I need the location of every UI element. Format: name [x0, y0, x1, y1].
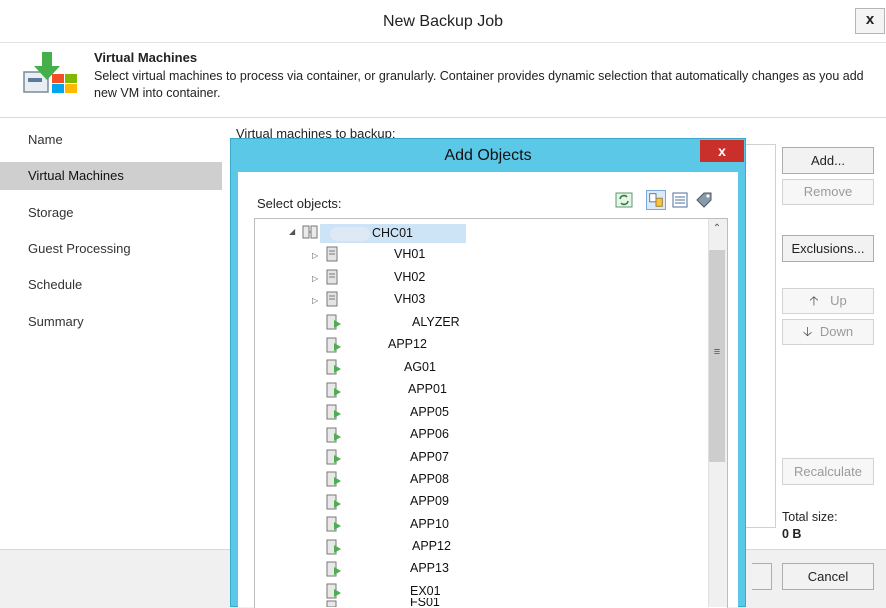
wizard-steps-sidebar: Name Virtual Machines Storage Guest Proc… [0, 118, 222, 548]
vm-label[interactable]: ALYZER [412, 311, 460, 333]
vm-icon [326, 600, 337, 607]
vm-label[interactable]: APP07 [410, 446, 449, 468]
total-size-value: 0 B [782, 527, 802, 541]
expand-icon[interactable]: ▷ [312, 251, 318, 260]
vm-icon [326, 516, 341, 532]
move-down-button[interactable]: 🡣 Down [782, 319, 874, 345]
nav-step-storage[interactable]: Storage [0, 199, 222, 227]
datastores-view-icon[interactable] [694, 190, 714, 210]
expand-icon[interactable]: ▷ [312, 274, 318, 283]
remove-button[interactable]: Remove [782, 179, 874, 205]
host-icon [326, 269, 338, 285]
vm-label[interactable]: APP05 [410, 401, 449, 423]
vm-label[interactable]: APP09 [410, 490, 449, 512]
dialog-close-button[interactable]: x [700, 140, 744, 162]
exclusions-button[interactable]: Exclusions... [782, 235, 874, 262]
tree-host-label[interactable]: VH02 [394, 266, 425, 288]
vm-label[interactable]: APP12 [388, 333, 427, 355]
finish-button-partial[interactable] [752, 563, 772, 590]
up-label: Up [830, 293, 847, 308]
vm-label[interactable]: APP13 [410, 557, 449, 579]
vm-icon [326, 449, 341, 465]
nav-step-guest-processing[interactable]: Guest Processing [0, 235, 222, 263]
arrow-down-icon: 🡣 [802, 324, 813, 339]
window-close-button[interactable]: x [855, 8, 885, 34]
nav-step-virtual-machines[interactable]: Virtual Machines [0, 162, 222, 190]
vm-label[interactable]: AG01 [404, 356, 436, 378]
hosts-and-clusters-view-icon[interactable] [646, 190, 666, 210]
recalculate-button[interactable]: Recalculate [782, 458, 874, 485]
header-description: Select virtual machines to process via c… [94, 69, 864, 100]
tree-root-label[interactable]: CHC01 [372, 222, 413, 244]
vm-label[interactable]: APP08 [410, 468, 449, 490]
tree-host-label[interactable]: VH03 [394, 288, 425, 310]
backup-job-icon [23, 52, 77, 93]
nav-step-schedule[interactable]: Schedule [0, 271, 222, 299]
arrow-up-icon: 🡡 [809, 293, 819, 308]
nav-step-name[interactable]: Name [0, 126, 222, 154]
vm-icon [326, 337, 341, 353]
header-title: Virtual Machines [94, 50, 198, 65]
vm-icon [326, 359, 341, 375]
vm-icon [326, 583, 341, 599]
vm-label[interactable]: APP12 [412, 535, 451, 557]
refresh-icon[interactable] [614, 190, 634, 210]
vm-label[interactable]: APP10 [410, 513, 449, 535]
cancel-button[interactable]: Cancel [782, 563, 874, 590]
vcenter-icon [302, 225, 318, 239]
tree-host-label[interactable]: VH01 [394, 243, 425, 265]
vm-icon [326, 561, 341, 577]
vms-and-templates-view-icon[interactable] [670, 190, 690, 210]
select-objects-label: Select objects: [257, 196, 342, 211]
vm-icon [326, 382, 341, 398]
vm-label[interactable]: APP01 [408, 378, 447, 400]
collapse-icon[interactable]: ◢ [289, 227, 295, 236]
scroll-up-arrow-icon[interactable]: ⌃ [708, 221, 726, 237]
host-icon [326, 291, 338, 307]
vm-icon [326, 539, 341, 555]
vm-icon [326, 471, 341, 487]
dialog-title: Add Objects [444, 147, 532, 164]
scroll-grip-icon: ≡ [713, 346, 721, 358]
down-label: Down [819, 324, 854, 339]
vm-icon [326, 404, 341, 420]
move-up-button[interactable]: 🡡 Up [782, 288, 874, 314]
window-title: New Backup Job [382, 13, 504, 30]
vm-icon [326, 494, 341, 510]
vm-icon [326, 314, 341, 330]
vm-label[interactable]: FS01 [410, 598, 440, 607]
host-icon [326, 246, 338, 262]
vm-icon [326, 427, 341, 443]
expand-icon[interactable]: ▷ [312, 296, 318, 305]
add-button[interactable]: Add... [782, 147, 874, 174]
redacted-name [330, 227, 370, 241]
total-size-label: Total size: [782, 510, 838, 524]
nav-step-summary[interactable]: Summary [0, 308, 222, 336]
vm-label[interactable]: APP06 [410, 423, 449, 445]
